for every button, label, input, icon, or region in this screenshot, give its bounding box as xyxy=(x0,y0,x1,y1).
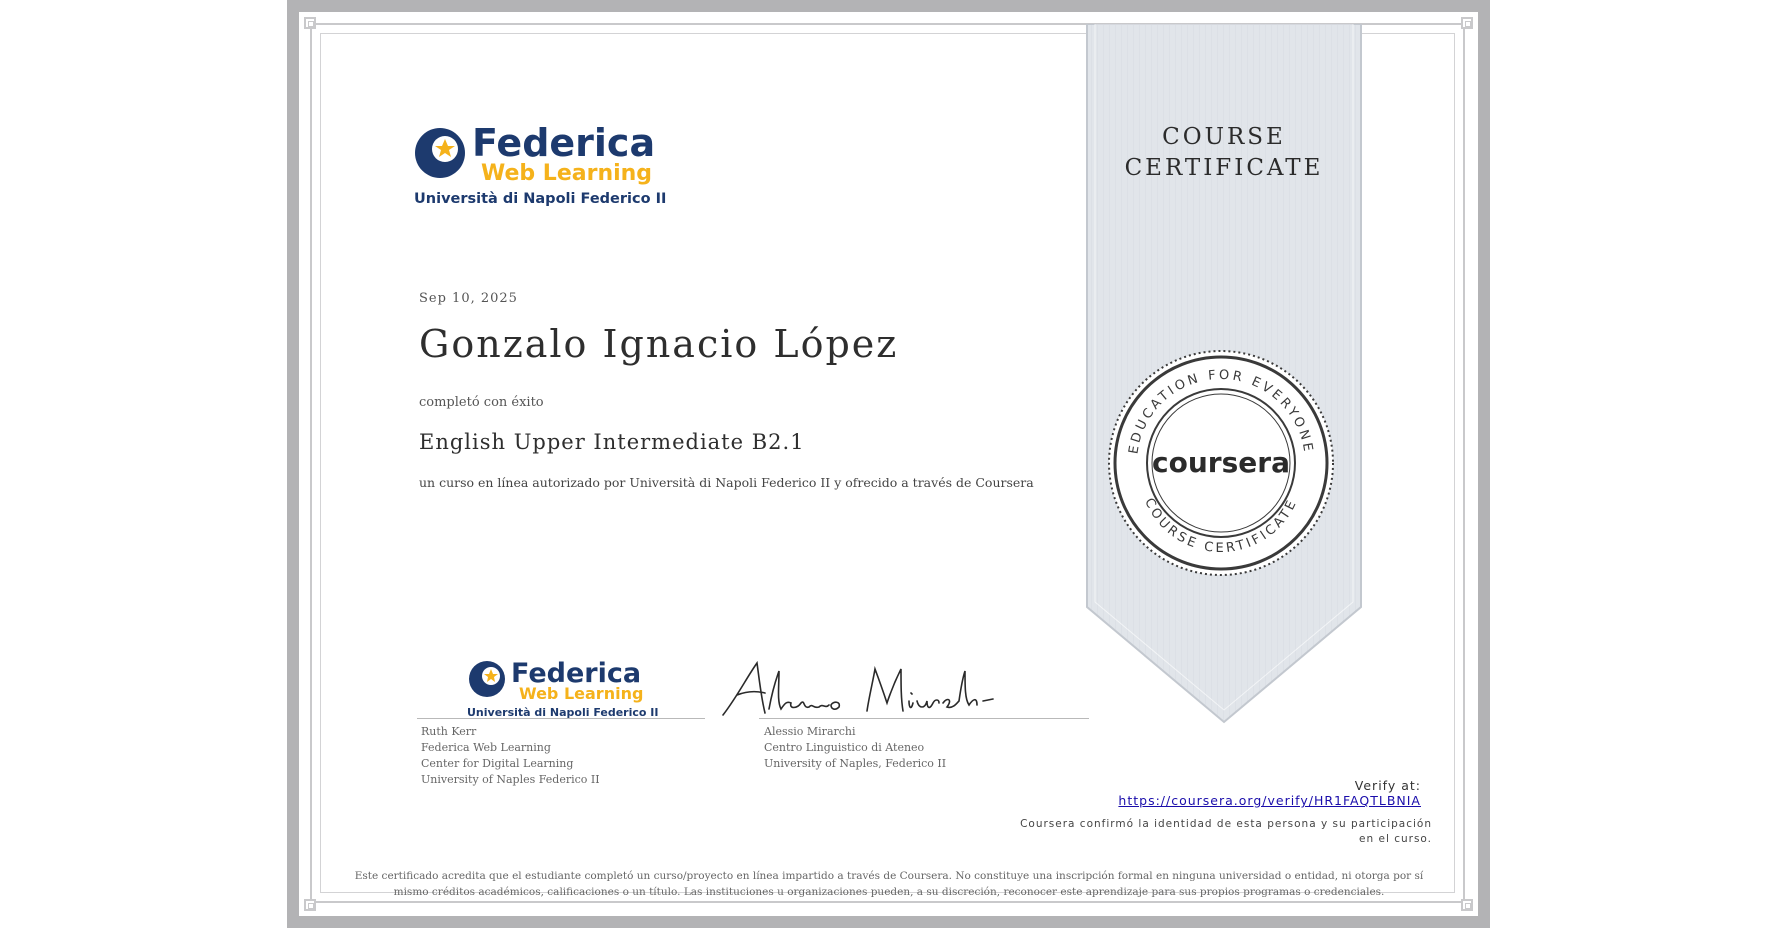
course-description: un curso en línea autorizado por Univers… xyxy=(419,475,1034,490)
verify-link[interactable]: https://coursera.org/verify/HR1FAQTLBNIA xyxy=(1118,793,1421,808)
frame-corner-ornament xyxy=(1461,899,1473,911)
signatory-1-dept: Center for Digital Learning xyxy=(421,757,574,770)
signatory-1-name: Ruth Kerr xyxy=(421,725,477,738)
identity-confirmation: Coursera confirmó la identidad de esta p… xyxy=(1020,818,1432,845)
verify-label: Verify at: xyxy=(1354,778,1421,793)
signatory-2-university: University of Naples, Federico II xyxy=(764,757,947,770)
logo-line1: Federica xyxy=(472,121,655,165)
signatory-1-org: Federica Web Learning xyxy=(421,741,551,754)
ribbon-title-line1: COURSE xyxy=(1162,124,1286,150)
certificate-date: Sep 10, 2025 xyxy=(419,291,518,306)
frame-corner-ornament xyxy=(304,899,316,911)
logo-line3: Università di Napoli Federico II xyxy=(414,191,666,207)
signature-line xyxy=(417,718,705,719)
ribbon-title-line2: CERTIFICATE xyxy=(1124,155,1324,181)
recipient-name: Gonzalo Ignacio López xyxy=(419,322,899,366)
frame-corner-ornament xyxy=(304,17,316,29)
certificate-paper: COURSE CERTIFICATE EDUCATION FOR EVERYON… xyxy=(299,12,1478,916)
signatory-logo: Federica Web Learning Università di Napo… xyxy=(467,655,677,720)
certificate-border: COURSE CERTIFICATE EDUCATION FOR EVERYON… xyxy=(287,0,1490,928)
completed-text: completó con éxito xyxy=(419,395,544,410)
signatory-2-details: Alessio Mirarchi Centro Linguistico di A… xyxy=(764,724,946,772)
signatory-1-university: University of Naples Federico II xyxy=(421,773,600,786)
coursera-seal: EDUCATION FOR EVERYONE COURSE CERTIFICAT… xyxy=(1108,350,1334,576)
frame-corner-ornament xyxy=(1461,17,1473,29)
ribbon-title: COURSE CERTIFICATE xyxy=(1085,122,1363,184)
logo-line2: Web Learning xyxy=(481,161,652,186)
signatory-logo-line2: Web Learning xyxy=(519,684,643,703)
handwritten-signature xyxy=(722,660,994,716)
verify-block: Verify at: https://coursera.org/verify/H… xyxy=(1118,778,1421,808)
signature-line xyxy=(759,718,1089,719)
federica-logo: Federica Web Learning Università di Napo… xyxy=(412,115,672,210)
course-name: English Upper Intermediate B2.1 xyxy=(419,430,805,454)
certificate-disclaimer: Este certificado acredita que el estudia… xyxy=(354,870,1424,898)
signatory-2-dept: Centro Linguistico di Ateneo xyxy=(764,741,925,754)
signatory-2-name: Alessio Mirarchi xyxy=(764,725,856,738)
seal-center-text: coursera xyxy=(1152,446,1290,479)
signatory-1-details: Ruth Kerr Federica Web Learning Center f… xyxy=(421,724,600,788)
